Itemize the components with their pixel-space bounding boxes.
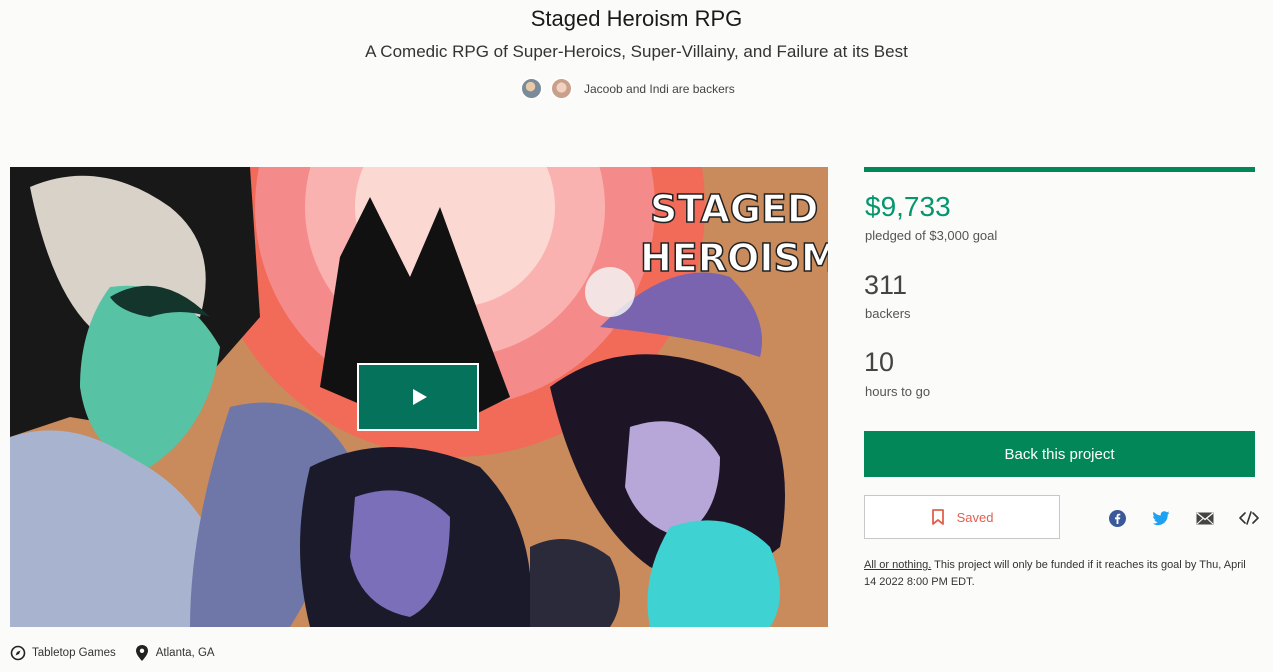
- location-label: Atlanta, GA: [155, 647, 215, 659]
- email-icon[interactable]: [1194, 507, 1216, 529]
- avatar[interactable]: [550, 77, 573, 100]
- project-subtitle: A Comedic RPG of Super-Heroics, Super-Vi…: [365, 42, 908, 61]
- compass-icon: [10, 645, 26, 661]
- backers-label: backers: [865, 306, 911, 321]
- location-pin-icon: [135, 645, 148, 661]
- funding-progress-bar: [864, 167, 1255, 172]
- time-left-label: hours to go: [865, 384, 931, 399]
- location-link[interactable]: Atlanta, GA: [134, 644, 215, 662]
- time-left-count: 10: [864, 347, 895, 377]
- embed-icon[interactable]: [1238, 507, 1260, 529]
- funding-progress-fill: [864, 167, 1255, 172]
- friend-backers: Jacoob and Indi are backers: [520, 77, 735, 100]
- funding-stats: $9,733 pledged of $3,000 goal 311 backer…: [864, 167, 1259, 588]
- saved-button[interactable]: Saved: [864, 495, 1060, 539]
- project-meta: Tabletop Games Atlanta, GA: [10, 644, 233, 662]
- art-title-line1: STAGED: [650, 187, 818, 231]
- project-video[interactable]: STAGED HEROISM: [10, 167, 828, 627]
- friend-backers-text: Jacoob and Indi are backers: [584, 81, 735, 96]
- share-icons: [1106, 507, 1273, 529]
- bookmark-icon: [931, 509, 944, 525]
- category-label: Tabletop Games: [32, 647, 116, 659]
- all-or-nothing-link[interactable]: All or nothing.: [864, 559, 931, 571]
- saved-label: Saved: [956, 509, 994, 525]
- avatar[interactable]: [520, 77, 543, 100]
- play-icon: [412, 389, 427, 405]
- project-title: Staged Heroism RPG: [530, 6, 743, 31]
- category-link[interactable]: Tabletop Games: [10, 645, 116, 661]
- pledged-amount: $9,733: [865, 191, 951, 222]
- funding-notice: All or nothing. This project will only b…: [864, 557, 1255, 591]
- play-button[interactable]: [357, 363, 479, 431]
- backers-count: 311: [864, 270, 908, 300]
- pledged-goal: pledged of $3,000 goal: [865, 228, 998, 243]
- twitter-icon[interactable]: [1150, 507, 1172, 529]
- facebook-icon[interactable]: [1106, 507, 1128, 529]
- art-title-line2: HEROISM: [640, 236, 828, 280]
- back-project-button[interactable]: Back this project: [864, 431, 1255, 477]
